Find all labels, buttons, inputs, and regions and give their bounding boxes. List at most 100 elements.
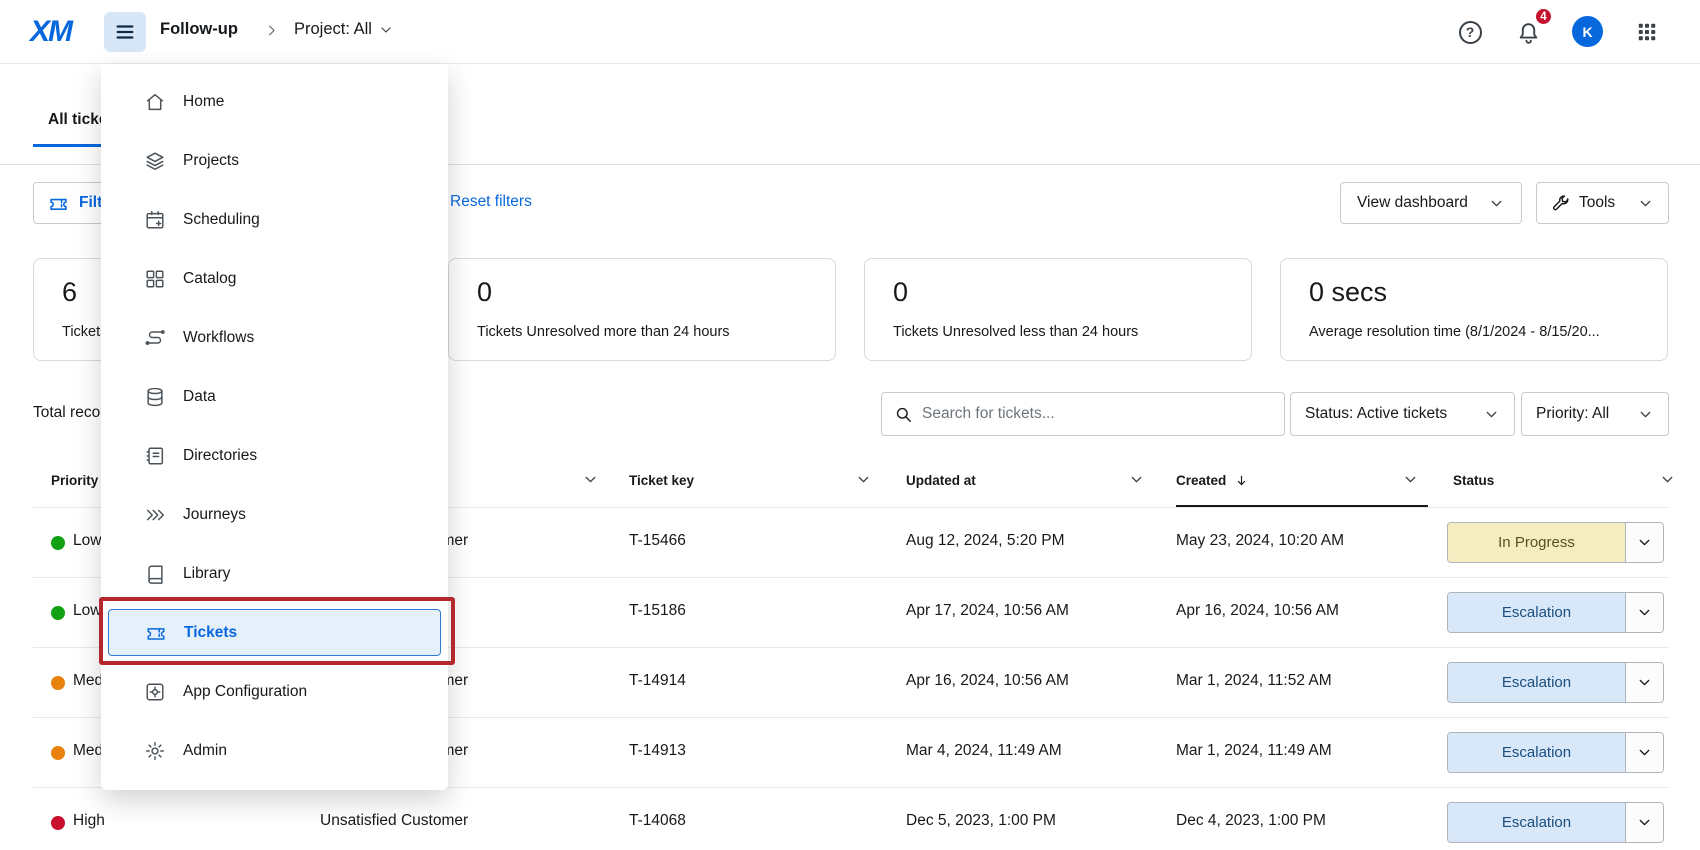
chevron-down-icon[interactable]	[1625, 803, 1663, 842]
search-input[interactable]	[922, 405, 1272, 423]
created-cell: Mar 1, 2024, 11:49 AM	[1176, 742, 1332, 760]
column-header-status[interactable]: Status	[1453, 473, 1494, 488]
updated-at-cell: Apr 17, 2024, 10:56 AM	[906, 602, 1069, 620]
calendar-icon	[143, 208, 167, 232]
priority-filter-label: Priority: All	[1536, 405, 1609, 423]
workflows-icon	[143, 326, 167, 350]
menu-item-label: Projects	[183, 152, 239, 170]
menu-item-label: Journeys	[183, 506, 246, 524]
column-header-priority[interactable]: Priority	[51, 473, 98, 488]
app-configuration-icon	[143, 680, 167, 704]
hamburger-menu-button[interactable]	[104, 12, 146, 52]
priority-cell: High	[73, 812, 105, 830]
chevron-down-icon	[1488, 195, 1505, 212]
priority-cell: Low	[73, 602, 101, 620]
sort-chevron-icon[interactable]	[855, 471, 872, 491]
menu-item-scheduling[interactable]: Scheduling	[101, 190, 448, 249]
ticket-icon	[48, 193, 69, 214]
created-cell: Dec 4, 2023, 1:00 PM	[1176, 812, 1326, 830]
status-badge[interactable]: Escalation	[1447, 592, 1664, 633]
sort-chevron-icon[interactable]	[582, 471, 599, 491]
status-label: Escalation	[1448, 593, 1625, 632]
menu-item-tickets[interactable]: Tickets	[108, 609, 441, 656]
menu-item-journeys[interactable]: Journeys	[101, 485, 448, 544]
menu-item-label: Home	[183, 93, 224, 111]
status-label: Escalation	[1448, 733, 1625, 772]
wrench-icon	[1551, 194, 1570, 213]
menu-item-catalog[interactable]: Catalog	[101, 249, 448, 308]
ticket-key-cell: T-14913	[629, 742, 686, 760]
tools-label: Tools	[1579, 194, 1615, 212]
created-cell: Mar 1, 2024, 11:52 AM	[1176, 672, 1332, 690]
status-label: Escalation	[1448, 803, 1625, 842]
priority-dot-medium	[51, 676, 65, 690]
home-icon	[143, 90, 167, 114]
ticketing-app: XM Follow-up Project: All ? 4 K	[0, 0, 1700, 850]
menu-item-directories[interactable]: Directories	[101, 426, 448, 485]
search-box[interactable]	[881, 392, 1285, 436]
created-cell: May 23, 2024, 10:20 AM	[1176, 532, 1344, 550]
menu-item-workflows[interactable]: Workflows	[101, 308, 448, 367]
status-label: In Progress	[1448, 523, 1625, 562]
menu-item-library[interactable]: Library	[101, 544, 448, 603]
sort-chevron-icon[interactable]	[1659, 471, 1676, 491]
ticket-key-cell: T-14914	[629, 672, 686, 690]
column-header-updated-at[interactable]: Updated at	[906, 473, 976, 488]
chevron-down-icon	[1637, 195, 1654, 212]
sort-chevron-icon[interactable]	[1128, 471, 1145, 491]
created-label: Created	[1176, 473, 1226, 488]
breadcrumb-project-selector[interactable]: Project: All	[294, 20, 394, 39]
status-filter-dropdown[interactable]: Status: Active tickets	[1290, 392, 1515, 436]
menu-item-label: Catalog	[183, 270, 236, 288]
app-switcher-button[interactable]	[1632, 17, 1662, 47]
priority-cell: Low	[73, 532, 101, 550]
updated-at-cell: Mar 4, 2024, 11:49 AM	[906, 742, 1062, 760]
menu-item-projects[interactable]: Projects	[101, 131, 448, 190]
menu-item-label: Admin	[183, 742, 227, 760]
status-badge[interactable]: Escalation	[1447, 662, 1664, 703]
stat-label: Average resolution time (8/1/2024 - 8/15…	[1309, 324, 1639, 340]
status-badge[interactable]: Escalation	[1447, 802, 1664, 843]
stat-value: 0 secs	[1309, 275, 1639, 309]
directories-icon	[143, 444, 167, 468]
menu-item-data[interactable]: Data	[101, 367, 448, 426]
reset-filters-link[interactable]: Reset filters	[450, 193, 532, 211]
view-dashboard-label: View dashboard	[1357, 194, 1468, 212]
avatar[interactable]: K	[1572, 16, 1603, 47]
updated-at-cell: Dec 5, 2023, 1:00 PM	[906, 812, 1056, 830]
created-cell: Apr 16, 2024, 10:56 AM	[1176, 602, 1339, 620]
ticket-key-cell: T-15466	[629, 532, 686, 550]
column-header-ticket-key[interactable]: Ticket key	[629, 473, 694, 488]
stat-value: 0	[893, 275, 1223, 309]
menu-item-app-configuration[interactable]: App Configuration	[101, 662, 448, 721]
chevron-down-icon[interactable]	[1625, 523, 1663, 562]
projects-icon	[143, 149, 167, 173]
table-row[interactable]: High Unsatisfied Customer T-14068 Dec 5,…	[33, 787, 1669, 850]
tools-button[interactable]: Tools	[1536, 182, 1669, 224]
chevron-down-icon[interactable]	[1625, 593, 1663, 632]
stat-value: 0	[477, 275, 807, 309]
menu-item-label: Workflows	[183, 329, 254, 347]
ticket-key-cell: T-15186	[629, 602, 686, 620]
status-badge[interactable]: In Progress	[1447, 522, 1664, 563]
priority-filter-dropdown[interactable]: Priority: All	[1521, 392, 1669, 436]
stat-card-unresolved-more-24h: 0 Tickets Unresolved more than 24 hours	[448, 258, 836, 361]
priority-dot-low	[51, 536, 65, 550]
view-dashboard-button[interactable]: View dashboard	[1340, 182, 1522, 224]
sort-chevron-icon[interactable]	[1402, 471, 1419, 491]
menu-item-home[interactable]: Home	[101, 72, 448, 131]
help-button[interactable]: ?	[1455, 17, 1485, 47]
menu-item-label: Library	[183, 565, 230, 583]
menu-item-admin[interactable]: Admin	[101, 721, 448, 780]
top-bar: XM Follow-up Project: All ? 4 K	[0, 0, 1700, 64]
ticket-name-cell: Unsatisfied Customer	[320, 812, 468, 830]
status-badge[interactable]: Escalation	[1447, 732, 1664, 773]
menu-item-label: Data	[183, 388, 216, 406]
stat-label: Tickets Unresolved more than 24 hours	[477, 324, 807, 340]
column-header-created[interactable]: Created	[1176, 473, 1249, 488]
menu-item-label: Tickets	[184, 624, 237, 642]
chevron-down-icon[interactable]	[1625, 733, 1663, 772]
tickets-icon	[144, 621, 168, 645]
chevron-down-icon[interactable]	[1625, 663, 1663, 702]
admin-gear-icon	[143, 739, 167, 763]
